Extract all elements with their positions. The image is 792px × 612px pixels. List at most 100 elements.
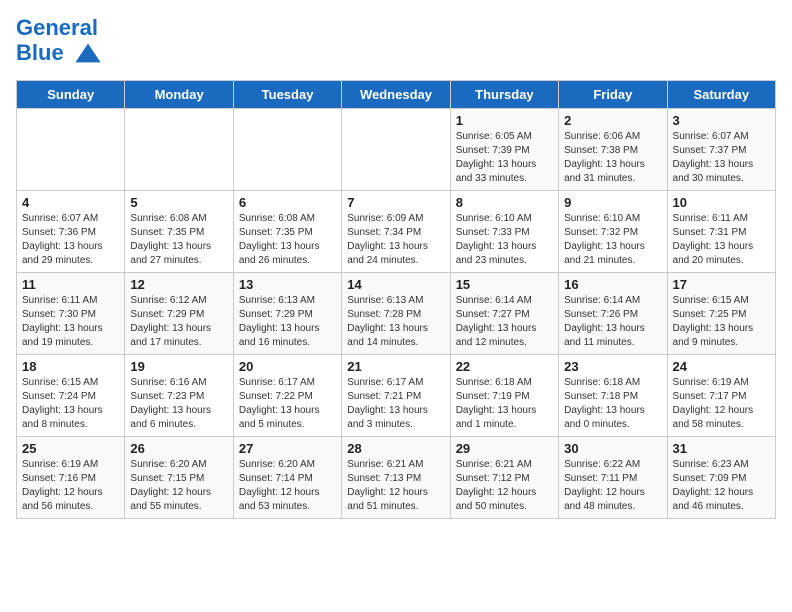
logo-general: General xyxy=(16,15,98,40)
calendar-cell: 27 Sunrise: 6:20 AMSunset: 7:14 PMDayligh… xyxy=(233,437,341,519)
day-info: Sunrise: 6:11 AMSunset: 7:30 PMDaylight:… xyxy=(22,294,119,350)
calendar-cell: 13 Sunrise: 6:13 AMSunset: 7:29 PMDayligh… xyxy=(233,273,341,355)
weekday-header-thursday: Thursday xyxy=(450,81,558,109)
weekday-header-saturday: Saturday xyxy=(667,81,775,109)
calendar-cell: 15Sunrise: 6:14 AMSunset: 7:27 PMDayligh… xyxy=(450,273,558,355)
day-number: 31 xyxy=(673,441,770,456)
day-number: 26 xyxy=(130,441,227,456)
day-number: 20 xyxy=(239,359,336,374)
calendar-cell: 21 Sunrise: 6:17 AMSunset: 7:21 PMDayligh… xyxy=(342,355,450,437)
day-info: Sunrise: 6:10 AMSunset: 7:32 PMDaylight:… xyxy=(564,212,661,268)
day-number: 4 xyxy=(22,195,119,210)
day-number: 28 xyxy=(347,441,444,456)
calendar-cell: 5 Sunrise: 6:08 AMSunset: 7:35 PMDaylight… xyxy=(125,191,233,273)
logo-blue: Blue xyxy=(16,40,64,65)
calendar-cell: 26 Sunrise: 6:20 AMSunset: 7:15 PMDayligh… xyxy=(125,437,233,519)
calendar-cell xyxy=(17,109,125,191)
calendar-cell: 4 Sunrise: 6:07 AMSunset: 7:36 PMDaylight… xyxy=(17,191,125,273)
day-number: 23 xyxy=(564,359,661,374)
day-number: 30 xyxy=(564,441,661,456)
page-header: General Blue xyxy=(16,16,776,68)
day-number: 2 xyxy=(564,113,661,128)
day-number: 12 xyxy=(130,277,227,292)
calendar-cell: 6Sunrise: 6:08 AMSunset: 7:35 PMDaylight… xyxy=(233,191,341,273)
calendar-cell: 7 Sunrise: 6:09 AMSunset: 7:34 PMDaylight… xyxy=(342,191,450,273)
day-info: Sunrise: 6:10 AMSunset: 7:33 PMDaylight:… xyxy=(456,212,553,268)
day-number: 14 xyxy=(347,277,444,292)
day-info: Sunrise: 6:19 AMSunset: 7:16 PMDaylight:… xyxy=(22,458,119,514)
day-info: Sunrise: 6:08 AMSunset: 7:35 PMDaylight:… xyxy=(239,212,336,268)
calendar-cell: 24 Sunrise: 6:19 AMSunset: 7:17 PMDayligh… xyxy=(667,355,775,437)
day-info: Sunrise: 6:15 AMSunset: 7:25 PMDaylight:… xyxy=(673,294,770,350)
day-number: 11 xyxy=(22,277,119,292)
day-number: 15 xyxy=(456,277,553,292)
day-info: Sunrise: 6:17 AMSunset: 7:22 PMDaylight:… xyxy=(239,376,336,432)
calendar-cell xyxy=(233,109,341,191)
calendar-cell: 23 Sunrise: 6:18 AMSunset: 7:18 PMDayligh… xyxy=(559,355,667,437)
day-info: Sunrise: 6:16 AMSunset: 7:23 PMDaylight:… xyxy=(130,376,227,432)
day-info: Sunrise: 6:13 AMSunset: 7:29 PMDaylight:… xyxy=(239,294,336,350)
day-number: 8 xyxy=(456,195,553,210)
day-info: Sunrise: 6:18 AMSunset: 7:18 PMDaylight:… xyxy=(564,376,661,432)
weekday-header-tuesday: Tuesday xyxy=(233,81,341,109)
day-number: 21 xyxy=(347,359,444,374)
day-number: 5 xyxy=(130,195,227,210)
day-info: Sunrise: 6:07 AMSunset: 7:36 PMDaylight:… xyxy=(22,212,119,268)
weekday-header-monday: Monday xyxy=(125,81,233,109)
day-number: 13 xyxy=(239,277,336,292)
calendar-cell: 14 Sunrise: 6:13 AMSunset: 7:28 PMDayligh… xyxy=(342,273,450,355)
calendar-cell: 2 Sunrise: 6:06 AMSunset: 7:38 PMDaylight… xyxy=(559,109,667,191)
day-info: Sunrise: 6:23 AMSunset: 7:09 PMDaylight:… xyxy=(673,458,770,514)
calendar-cell: 16 Sunrise: 6:14 AMSunset: 7:26 PMDayligh… xyxy=(559,273,667,355)
day-info: Sunrise: 6:09 AMSunset: 7:34 PMDaylight:… xyxy=(347,212,444,268)
day-info: Sunrise: 6:21 AMSunset: 7:12 PMDaylight:… xyxy=(456,458,553,514)
calendar-table: SundayMondayTuesdayWednesdayThursdayFrid… xyxy=(16,80,776,519)
day-number: 3 xyxy=(673,113,770,128)
day-info: Sunrise: 6:20 AMSunset: 7:15 PMDaylight:… xyxy=(130,458,227,514)
calendar-cell xyxy=(125,109,233,191)
day-info: Sunrise: 6:05 AMSunset: 7:39 PMDaylight:… xyxy=(456,130,553,186)
calendar-cell: 22 Sunrise: 6:18 AMSunset: 7:19 PMDayligh… xyxy=(450,355,558,437)
day-number: 18 xyxy=(22,359,119,374)
day-info: Sunrise: 6:22 AMSunset: 7:11 PMDaylight:… xyxy=(564,458,661,514)
day-info: Sunrise: 6:07 AMSunset: 7:37 PMDaylight:… xyxy=(673,130,770,186)
calendar-cell: 8 Sunrise: 6:10 AMSunset: 7:33 PMDaylight… xyxy=(450,191,558,273)
day-info: Sunrise: 6:14 AMSunset: 7:26 PMDaylight:… xyxy=(564,294,661,350)
weekday-header-wednesday: Wednesday xyxy=(342,81,450,109)
calendar-cell: 20 Sunrise: 6:17 AMSunset: 7:22 PMDayligh… xyxy=(233,355,341,437)
day-info: Sunrise: 6:20 AMSunset: 7:14 PMDaylight:… xyxy=(239,458,336,514)
day-info: Sunrise: 6:17 AMSunset: 7:21 PMDaylight:… xyxy=(347,376,444,432)
day-number: 7 xyxy=(347,195,444,210)
day-info: Sunrise: 6:19 AMSunset: 7:17 PMDaylight:… xyxy=(673,376,770,432)
logo: General Blue xyxy=(16,16,102,68)
calendar-cell: 10 Sunrise: 6:11 AMSunset: 7:31 PMDayligh… xyxy=(667,191,775,273)
weekday-header-sunday: Sunday xyxy=(17,81,125,109)
calendar-cell: 28 Sunrise: 6:21 AMSunset: 7:13 PMDayligh… xyxy=(342,437,450,519)
calendar-cell: 29Sunrise: 6:21 AMSunset: 7:12 PMDayligh… xyxy=(450,437,558,519)
day-number: 27 xyxy=(239,441,336,456)
calendar-cell: 19 Sunrise: 6:16 AMSunset: 7:23 PMDayligh… xyxy=(125,355,233,437)
day-number: 19 xyxy=(130,359,227,374)
calendar-cell: 18 Sunrise: 6:15 AMSunset: 7:24 PMDayligh… xyxy=(17,355,125,437)
day-number: 16 xyxy=(564,277,661,292)
day-info: Sunrise: 6:08 AMSunset: 7:35 PMDaylight:… xyxy=(130,212,227,268)
calendar-cell: 1 Sunrise: 6:05 AMSunset: 7:39 PMDaylight… xyxy=(450,109,558,191)
calendar-cell: 3 Sunrise: 6:07 AMSunset: 7:37 PMDaylight… xyxy=(667,109,775,191)
calendar-cell: 25 Sunrise: 6:19 AMSunset: 7:16 PMDayligh… xyxy=(17,437,125,519)
day-info: Sunrise: 6:13 AMSunset: 7:28 PMDaylight:… xyxy=(347,294,444,350)
day-number: 10 xyxy=(673,195,770,210)
calendar-cell: 12Sunrise: 6:12 AMSunset: 7:29 PMDayligh… xyxy=(125,273,233,355)
calendar-cell: 30 Sunrise: 6:22 AMSunset: 7:11 PMDayligh… xyxy=(559,437,667,519)
day-info: Sunrise: 6:21 AMSunset: 7:13 PMDaylight:… xyxy=(347,458,444,514)
day-number: 25 xyxy=(22,441,119,456)
day-number: 17 xyxy=(673,277,770,292)
day-number: 24 xyxy=(673,359,770,374)
day-info: Sunrise: 6:15 AMSunset: 7:24 PMDaylight:… xyxy=(22,376,119,432)
day-info: Sunrise: 6:11 AMSunset: 7:31 PMDaylight:… xyxy=(673,212,770,268)
calendar-cell: 31 Sunrise: 6:23 AMSunset: 7:09 PMDayligh… xyxy=(667,437,775,519)
day-number: 9 xyxy=(564,195,661,210)
day-number: 22 xyxy=(456,359,553,374)
day-info: Sunrise: 6:18 AMSunset: 7:19 PMDaylight:… xyxy=(456,376,553,432)
day-number: 1 xyxy=(456,113,553,128)
day-info: Sunrise: 6:06 AMSunset: 7:38 PMDaylight:… xyxy=(564,130,661,186)
